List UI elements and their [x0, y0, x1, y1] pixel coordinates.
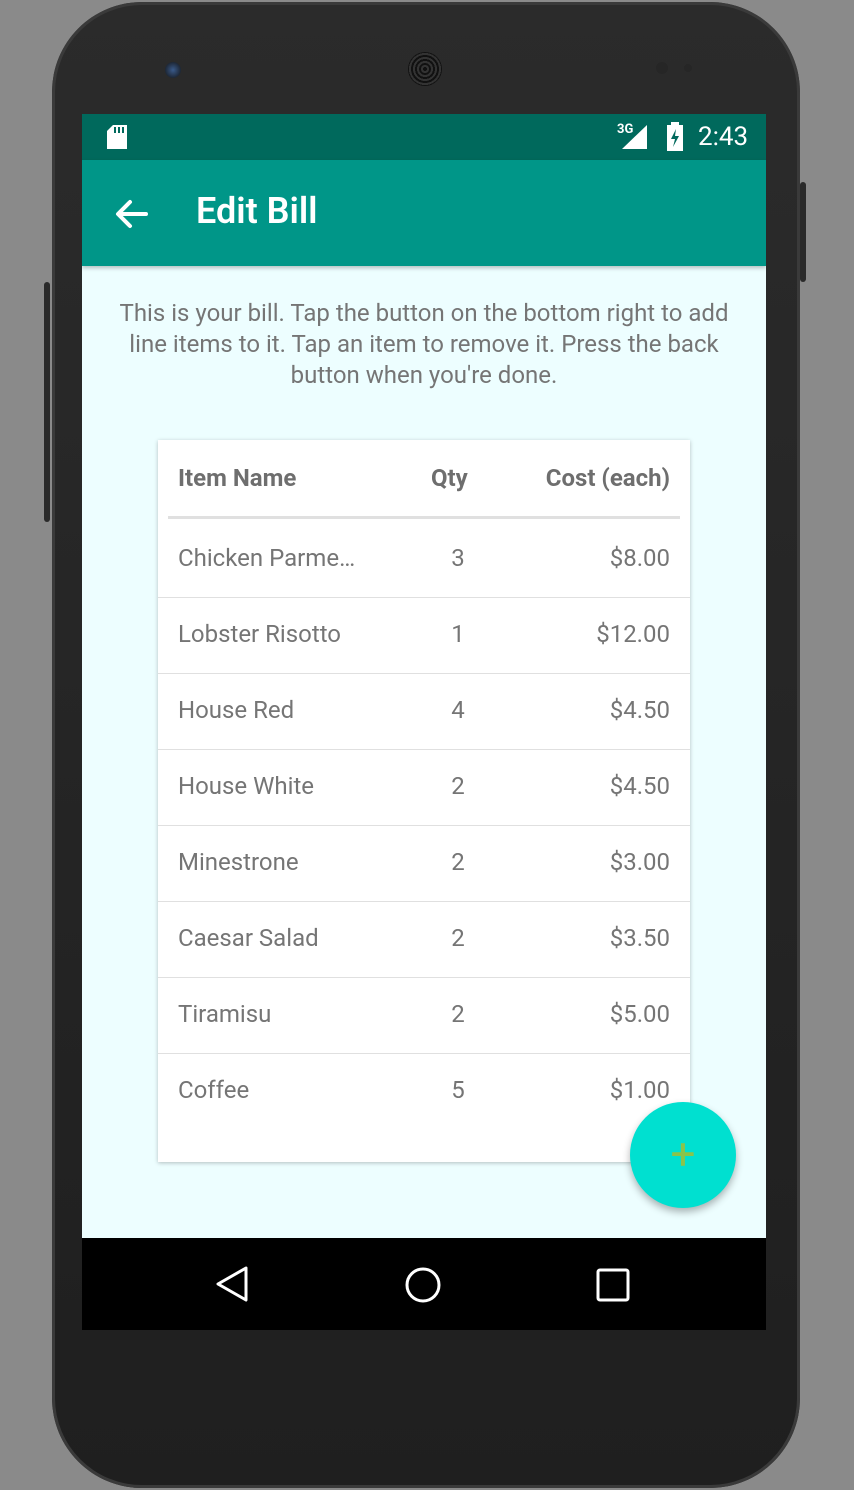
table-row[interactable]: Tiramisu 2 $5.00 — [158, 977, 690, 1054]
signal-icon — [622, 125, 647, 149]
header-cost: Cost (each) — [545, 464, 670, 492]
item-name: House White — [178, 772, 315, 800]
recents-nav-icon[interactable] — [596, 1268, 630, 1302]
item-name: Caesar Salad — [178, 924, 319, 952]
item-name: Tiramisu — [178, 1000, 272, 1028]
item-qty: 2 — [451, 1000, 465, 1028]
front-camera — [165, 62, 181, 78]
item-name: Lobster Risotto — [178, 620, 341, 648]
header-divider — [168, 516, 680, 519]
navigation-bar — [82, 1238, 766, 1330]
light-sensor — [684, 64, 692, 72]
table-header: Item Name Qty Cost (each) — [158, 440, 690, 520]
table-row[interactable]: Coffee 5 $1.00 — [158, 1053, 690, 1130]
back-arrow-icon[interactable] — [112, 194, 152, 234]
sd-card-icon — [107, 125, 127, 149]
add-icon: + — [670, 1128, 696, 1180]
item-cost: $3.00 — [609, 848, 670, 876]
header-item-name: Item Name — [178, 464, 297, 492]
item-qty: 1 — [451, 620, 465, 648]
item-qty: 5 — [451, 1076, 465, 1104]
item-qty: 3 — [451, 544, 465, 572]
item-qty: 4 — [451, 696, 465, 724]
status-bar: 3G 2:43 — [82, 114, 766, 160]
item-cost: $3.50 — [609, 924, 670, 952]
header-qty: Qty — [431, 464, 468, 492]
table-row[interactable]: Caesar Salad 2 $3.50 — [158, 901, 690, 978]
item-name: Chicken Parme… — [178, 544, 356, 572]
item-cost: $12.00 — [596, 620, 670, 648]
item-name: Coffee — [178, 1076, 250, 1104]
table-row[interactable]: Chicken Parme… 3 $8.00 — [158, 522, 690, 598]
table-row[interactable]: Minestrone 2 $3.00 — [158, 825, 690, 902]
add-item-button[interactable]: + — [630, 1102, 736, 1208]
item-cost: $4.50 — [609, 696, 670, 724]
battery-icon — [667, 122, 683, 151]
back-nav-icon[interactable] — [214, 1266, 250, 1302]
screen: 3G 2:43 Edit Bill This is your bill. Tap… — [82, 114, 766, 1330]
proximity-sensor — [656, 62, 668, 74]
item-name: House Red — [178, 696, 295, 724]
item-qty: 2 — [451, 924, 465, 952]
instructions-text: This is your bill. Tap the button on the… — [119, 299, 729, 389]
volume-button — [44, 282, 50, 522]
table-row[interactable]: Lobster Risotto 1 $12.00 — [158, 597, 690, 674]
status-time: 2:43 — [698, 122, 749, 152]
table-row[interactable]: House Red 4 $4.50 — [158, 673, 690, 750]
item-cost: $5.00 — [609, 1000, 670, 1028]
home-nav-icon[interactable] — [404, 1266, 442, 1304]
item-qty: 2 — [451, 848, 465, 876]
item-cost: $8.00 — [609, 544, 670, 572]
page-title: Edit Bill — [196, 190, 318, 232]
speaker-grille — [408, 52, 442, 86]
item-qty: 2 — [451, 772, 465, 800]
power-button — [800, 182, 806, 282]
item-cost: $4.50 — [609, 772, 670, 800]
item-cost: $1.00 — [609, 1076, 670, 1104]
item-name: Minestrone — [178, 848, 299, 876]
app-bar: Edit Bill — [82, 160, 766, 266]
bill-table: Item Name Qty Cost (each) Chicken Parme…… — [158, 440, 690, 1162]
table-row[interactable]: House White 2 $4.50 — [158, 749, 690, 826]
